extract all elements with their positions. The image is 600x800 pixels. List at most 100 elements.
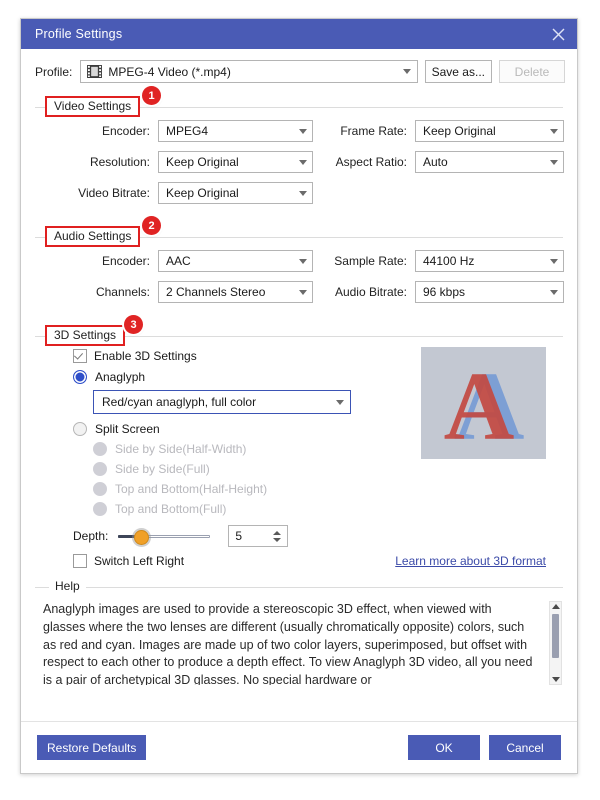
switch-left-right-control[interactable]: Switch Left Right (73, 554, 184, 568)
chevron-down-icon (299, 159, 307, 165)
audio-encoder-select[interactable]: AAC (158, 250, 313, 272)
channels-value: 2 Channels Stereo (166, 285, 266, 299)
split-option-row: Top and Bottom(Half-Height) (93, 482, 563, 496)
film-strip-icon (87, 65, 103, 78)
help-group: Help Anaglyph images are used to provide… (35, 579, 563, 685)
threed-settings-body: A A Enable 3D Settings Anaglyph Red/cyan… (35, 337, 563, 570)
help-title: Help (49, 579, 86, 593)
profile-settings-dialog: Profile Settings Profile: MPEG-4 Video (… (20, 18, 578, 774)
split-screen-radio[interactable] (73, 422, 87, 436)
delete-button: Delete (499, 60, 565, 83)
video-row-3: Video Bitrate: Keep Original (35, 182, 563, 204)
profile-value: MPEG-4 Video (*.mp4) (108, 64, 231, 79)
annotation-badge-3: 3 (124, 315, 143, 334)
resolution-value: Keep Original (166, 155, 239, 169)
annotation-badge-2: 2 (142, 216, 161, 235)
switch-left-right-checkbox[interactable] (73, 554, 87, 568)
top-and-bottom-half-height-radio (93, 482, 107, 496)
restore-defaults-button[interactable]: Restore Defaults (37, 735, 147, 760)
video-encoder-select[interactable]: MPEG4 (158, 120, 313, 142)
depth-stepper[interactable]: 5 (228, 525, 289, 547)
save-as-button[interactable]: Save as... (424, 60, 492, 83)
side-by-side-full-radio (93, 462, 107, 476)
split-option-row: Top and Bottom(Full) (93, 502, 563, 516)
help-text: Anaglyph images are used to provide a st… (43, 602, 533, 685)
anaglyph-preview: A A (421, 347, 546, 459)
video-settings-title: Video Settings (45, 96, 141, 117)
video-settings-group: Video Settings 1 Encoder: MPEG4 Frame Ra… (35, 86, 564, 221)
enable-3d-checkbox[interactable] (73, 349, 87, 363)
stepper-down-icon[interactable] (273, 537, 282, 542)
title-bar: Profile Settings (21, 19, 577, 49)
audio-bitrate-label: Audio Bitrate: (334, 285, 407, 299)
chevron-down-icon (550, 159, 558, 165)
anaglyph-label: Anaglyph (95, 370, 146, 384)
depth-row: Depth: 5 (73, 525, 563, 547)
side-by-side-full-label: Side by Side(Full) (115, 462, 210, 476)
anaglyph-mode-select[interactable]: Red/cyan anaglyph, full color (93, 390, 351, 414)
video-row-1: Encoder: MPEG4 Frame Rate: Keep Original (35, 120, 564, 142)
audio-bitrate-select[interactable]: 96 kbps (415, 281, 564, 303)
video-bitrate-label: Video Bitrate: (78, 186, 150, 200)
anaglyph-radio[interactable] (73, 370, 87, 384)
scroll-down-icon[interactable] (551, 677, 560, 682)
chevron-down-icon (550, 289, 558, 295)
frame-rate-label: Frame Rate: (340, 124, 407, 138)
close-icon[interactable] (541, 20, 575, 48)
video-bitrate-select[interactable]: Keep Original (158, 182, 313, 204)
learn-more-link[interactable]: Learn more about 3D format (395, 554, 546, 568)
chevron-down-icon (402, 69, 411, 74)
chevron-down-icon (299, 190, 307, 196)
video-encoder-value: MPEG4 (166, 124, 209, 138)
switch-left-right-label: Switch Left Right (94, 554, 185, 568)
channels-label: Channels: (95, 285, 150, 299)
audio-row-2: Channels: 2 Channels Stereo Audio Bitrat… (35, 281, 564, 303)
chevron-down-icon (299, 128, 307, 134)
anaglyph-mode-value: Red/cyan anaglyph, full color (102, 395, 257, 409)
annotation-badge-1: 1 (142, 86, 161, 105)
cancel-button[interactable]: Cancel (489, 735, 561, 760)
resolution-select[interactable]: Keep Original (158, 151, 313, 173)
chevron-down-icon (299, 289, 307, 295)
sample-rate-value: 44100 Hz (423, 254, 475, 268)
depth-value: 5 (235, 529, 243, 543)
side-by-side-half-width-label: Side by Side(Half-Width) (115, 442, 247, 456)
aspect-ratio-select[interactable]: Auto (415, 151, 564, 173)
chevron-down-icon (550, 128, 558, 134)
depth-slider-thumb[interactable] (134, 530, 150, 545)
help-body: Anaglyph images are used to provide a st… (35, 601, 563, 685)
profile-row: Profile: MPEG-4 Video (*.mp4) Save as...… (21, 49, 577, 93)
video-row-2: Resolution: Keep Original Aspect Ratio: … (35, 151, 564, 173)
video-bitrate-value: Keep Original (166, 186, 239, 200)
threed-settings-group: 3D Settings 3 A A Enable 3D Settings Ana… (35, 315, 563, 570)
switch-left-right-row: Switch Left Right Learn more about 3D fo… (73, 554, 546, 568)
help-scrollbar[interactable] (549, 601, 562, 685)
profile-select[interactable]: MPEG-4 Video (*.mp4) (80, 60, 418, 83)
enable-3d-label: Enable 3D Settings (94, 349, 197, 363)
split-option-row: Side by Side(Full) (93, 462, 563, 476)
split-screen-label: Split Screen (95, 422, 160, 436)
audio-settings-fields: Encoder: AAC Sample Rate: 44100 Hz Chann… (35, 238, 564, 320)
depth-slider[interactable] (118, 528, 211, 545)
top-and-bottom-half-height-label: Top and Bottom(Half-Height) (115, 482, 268, 496)
frame-rate-value: Keep Original (423, 124, 496, 138)
scroll-up-icon[interactable] (551, 604, 560, 609)
dialog-footer: Restore Defaults OK Cancel (21, 721, 577, 773)
window-title: Profile Settings (35, 27, 123, 41)
audio-bitrate-value: 96 kbps (423, 285, 466, 299)
channels-select[interactable]: 2 Channels Stereo (158, 281, 313, 303)
sample-rate-select[interactable]: 44100 Hz (415, 250, 564, 272)
audio-encoder-label: Encoder: (101, 254, 150, 268)
profile-label: Profile: (35, 64, 73, 79)
ok-button[interactable]: OK (408, 735, 480, 760)
audio-encoder-value: AAC (166, 254, 191, 268)
depth-stepper-arrows[interactable] (273, 530, 287, 542)
frame-rate-select[interactable]: Keep Original (415, 120, 564, 142)
help-scrollbar-thumb[interactable] (552, 614, 559, 658)
svg-text:A: A (444, 353, 515, 459)
audio-row-1: Encoder: AAC Sample Rate: 44100 Hz (35, 250, 564, 272)
depth-label: Depth: (73, 529, 109, 543)
aspect-ratio-value: Auto (423, 155, 448, 169)
top-and-bottom-full-label: Top and Bottom(Full) (115, 502, 227, 516)
stepper-up-icon[interactable] (273, 530, 282, 535)
